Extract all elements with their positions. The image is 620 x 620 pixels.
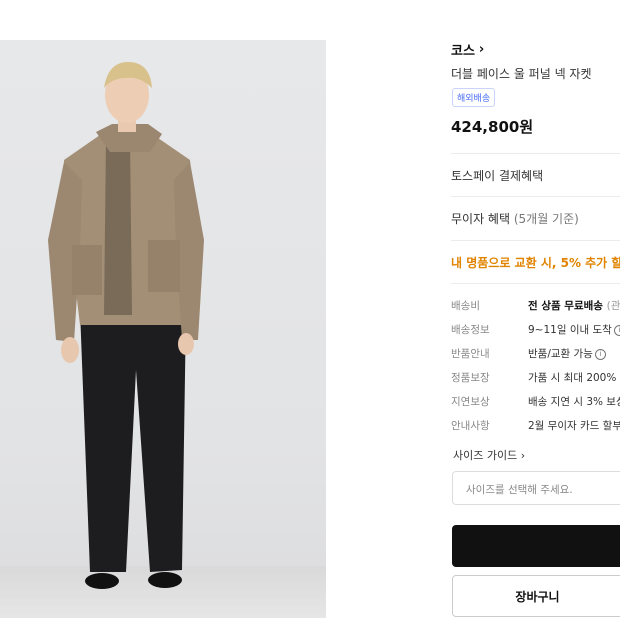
toss-benefit-row[interactable]: 토스페이 결제혜택 <box>451 167 543 184</box>
info-value: 9~11일 이내 도착 i <box>528 322 620 337</box>
info-icon[interactable]: i <box>594 349 606 360</box>
info-key: 안내사항 <box>451 420 490 432</box>
info-row-shipping-fee: 배송비 전 상품 무료배송 (관 <box>451 298 620 316</box>
info-value: 2월 무이자 카드 할부 <box>528 420 620 432</box>
divider <box>451 240 620 241</box>
info-value: 가품 시 최대 200% 보 <box>528 372 620 384</box>
info-row-delivery: 배송정보 9~11일 이내 도착 i <box>451 322 620 340</box>
product-detail-panel: 코스 › 더블 페이스 울 퍼널 넥 자켓 해외배송 424,800원 토스페이… <box>451 0 620 620</box>
brand-link[interactable]: 코스 › <box>451 40 484 59</box>
image-gutter <box>326 40 426 618</box>
product-price: 424,800원 <box>451 118 534 136</box>
chevron-right-icon: › <box>520 449 526 462</box>
size-select-placeholder: 사이즈를 선택해 주세요. <box>466 484 573 496</box>
overseas-shipping-badge: 해외배송 <box>452 88 496 107</box>
installment-sub: (5개월 기준) <box>513 212 579 226</box>
installment-benefit-row[interactable]: 무이자 혜택 (5개월 기준) <box>451 210 579 227</box>
divider <box>451 283 620 284</box>
product-image[interactable] <box>0 40 326 618</box>
info-row-authenticity: 정품보장 가품 시 최대 200% 보 <box>451 370 620 388</box>
info-icon[interactable]: i <box>613 325 620 336</box>
info-key: 반품안내 <box>451 348 490 360</box>
divider <box>451 153 620 154</box>
trade-in-promo[interactable]: 내 명품으로 교환 시, 5% 추가 할인 <box>451 254 620 271</box>
chevron-right-icon: › <box>478 42 485 57</box>
info-key: 배송정보 <box>451 324 490 336</box>
info-key: 지연보상 <box>451 396 490 408</box>
size-guide-link[interactable]: 사이즈 가이드 › <box>453 447 525 463</box>
size-guide-label: 사이즈 가이드 <box>453 449 518 462</box>
info-row-notice: 안내사항 2월 무이자 카드 할부 <box>451 418 620 436</box>
divider <box>451 196 620 197</box>
info-row-return: 반품안내 반품/교환 가능 i <box>451 346 620 364</box>
info-value: 배송 지연 시 3% 보상 <box>528 396 620 408</box>
info-value: 전 상품 무료배송 (관 <box>528 300 620 312</box>
installment-label: 무이자 혜택 <box>451 212 511 226</box>
product-title: 더블 페이스 울 퍼널 넥 자켓 <box>451 67 592 81</box>
cart-label: 장바구니 <box>515 590 560 604</box>
brand-name: 코스 <box>451 44 475 59</box>
info-key: 정품보장 <box>451 372 490 384</box>
info-value: 반품/교환 가능 i <box>528 346 606 361</box>
info-row-delay-compensation: 지연보상 배송 지연 시 3% 보상 <box>451 394 620 412</box>
info-key: 배송비 <box>451 300 480 312</box>
buy-button[interactable] <box>452 525 620 567</box>
model-illustration <box>48 62 204 589</box>
size-select[interactable]: 사이즈를 선택해 주세요. <box>452 471 620 505</box>
add-to-cart-button[interactable]: 장바구니 <box>452 575 620 617</box>
